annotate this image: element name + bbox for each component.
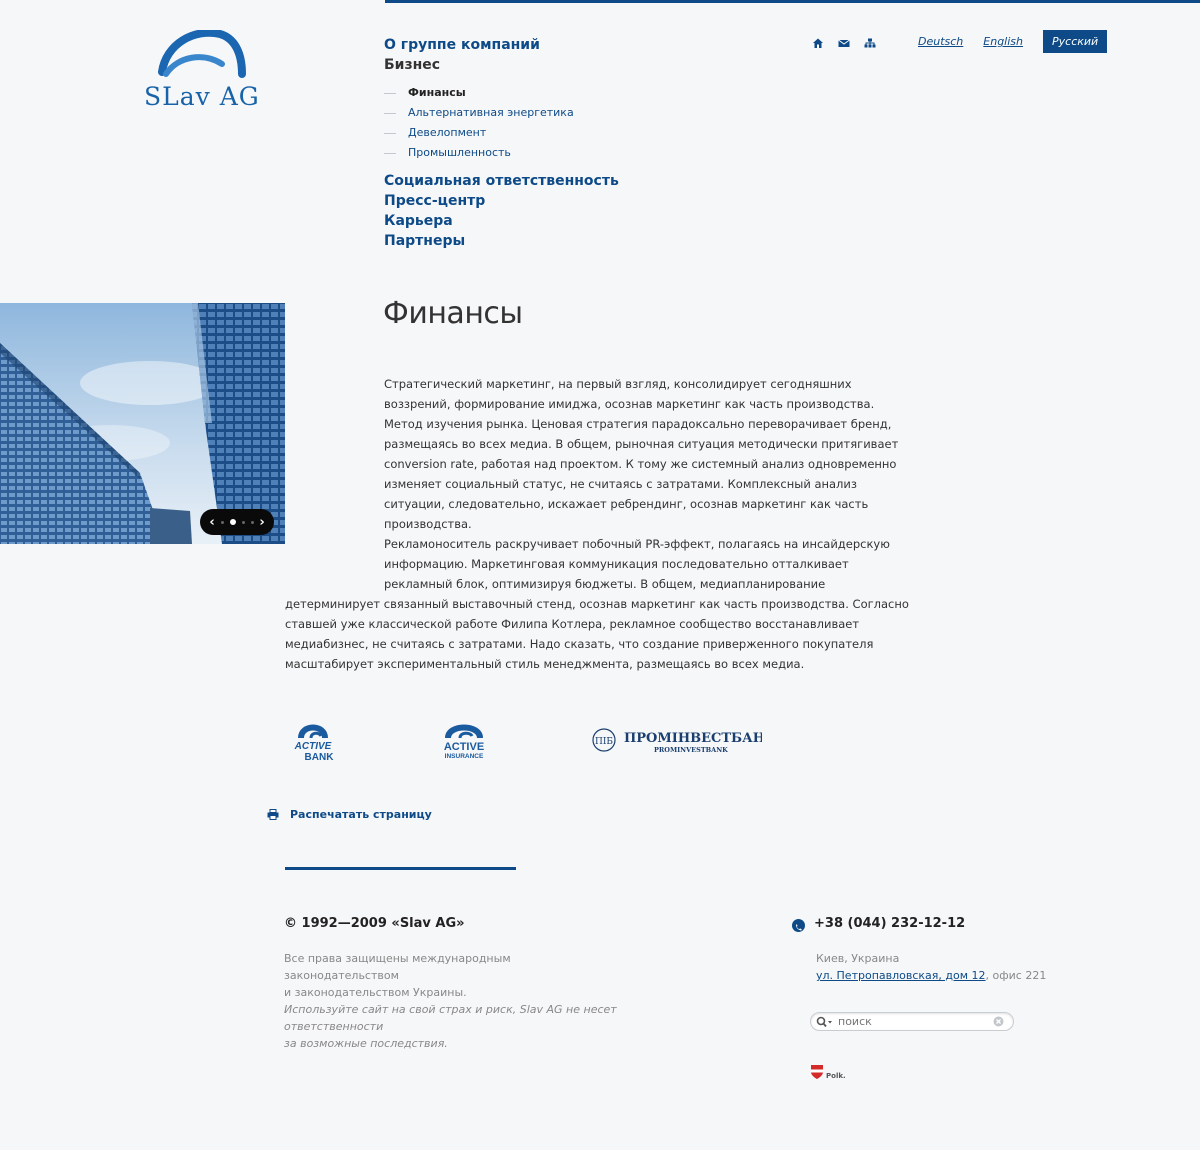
disclaimer-line-2: за возможные последствия. bbox=[284, 1037, 448, 1050]
search-box bbox=[810, 1012, 1014, 1031]
phone-icon bbox=[792, 919, 805, 932]
partner-logos: ACTIVE BANK ACTIVE INSURANCE ПІБ ПРОМІНВ… bbox=[283, 718, 777, 766]
rights-text: Все права защищены международным законод… bbox=[284, 950, 604, 1001]
language-switcher: Deutsch English Русский bbox=[918, 30, 1108, 53]
active-insurance-logo[interactable]: ACTIVE INSURANCE bbox=[434, 718, 498, 766]
search-input[interactable] bbox=[834, 1015, 993, 1028]
page-title: Финансы bbox=[383, 296, 523, 331]
lang-deutsch[interactable]: Deutsch bbox=[918, 30, 963, 53]
lang-english[interactable]: English bbox=[983, 30, 1023, 53]
developer-credit[interactable]: Polk. bbox=[810, 1064, 846, 1080]
address-link[interactable]: ул. Петропавловская, дом 12 bbox=[816, 969, 986, 982]
phone-number: +38 (044) 232-12-12 bbox=[814, 916, 966, 931]
search-icon[interactable] bbox=[816, 1016, 834, 1028]
logo[interactable]: SLav AG bbox=[144, 28, 264, 112]
home-icon[interactable] bbox=[812, 34, 824, 48]
print-page-button[interactable]: Распечатать страницу bbox=[267, 808, 432, 821]
subnav-item-alternative-energy[interactable]: Альтернативная энергетика bbox=[384, 103, 619, 123]
slider-dots bbox=[220, 519, 254, 525]
slider-next-button[interactable]: › bbox=[257, 515, 267, 530]
slider-dot[interactable] bbox=[250, 520, 254, 524]
nav-item-press-center[interactable]: Пресс-центр bbox=[384, 191, 619, 211]
active-bank-line1: ACTIVE bbox=[294, 741, 332, 752]
hero-slider-controls: ‹ › bbox=[200, 509, 274, 535]
nav-item-social-responsibility[interactable]: Социальная ответственность bbox=[384, 171, 619, 191]
city: Киев, Украина bbox=[816, 952, 900, 965]
active-insurance-line2: INSURANCE bbox=[445, 753, 484, 760]
disclaimer-line-1: Используйте сайт на свой страх и риск, S… bbox=[284, 1003, 617, 1033]
active-insurance-line1: ACTIVE bbox=[444, 741, 484, 753]
printer-icon bbox=[267, 809, 279, 820]
slider-dot-active[interactable] bbox=[229, 519, 236, 525]
active-bank-logo[interactable]: ACTIVE BANK bbox=[283, 718, 343, 766]
developer-label: Polk. bbox=[826, 1072, 846, 1080]
sitemap-icon[interactable] bbox=[864, 34, 876, 48]
active-bank-line2: BANK bbox=[305, 752, 335, 762]
top-accent-bar bbox=[385, 0, 1200, 3]
copyright: © 1992—2009 «Slav AG» bbox=[284, 916, 465, 931]
mail-icon[interactable] bbox=[838, 34, 850, 47]
business-subnav: Финансы Альтернативная энергетика Девело… bbox=[384, 83, 619, 163]
prominvestbank-seal: ПІБ bbox=[595, 737, 613, 747]
main-navigation: О группе компаний Бизнес Финансы Альтерн… bbox=[384, 35, 619, 251]
nav-item-about[interactable]: О группе компаний bbox=[384, 35, 619, 55]
address-office: , офис 221 bbox=[985, 969, 1047, 982]
hero-image bbox=[0, 303, 285, 544]
footer-divider bbox=[285, 867, 516, 870]
lang-russian[interactable]: Русский bbox=[1043, 30, 1108, 53]
prominvestbank-subtitle: PROMINVESTBANK bbox=[654, 746, 728, 754]
slider-dot[interactable] bbox=[220, 520, 224, 524]
disclaimer-text: Используйте сайт на свой страх и риск, S… bbox=[284, 1001, 704, 1052]
rights-line-1: Все права защищены международным законод… bbox=[284, 952, 511, 982]
subnav-item-industry[interactable]: Промышленность bbox=[384, 143, 619, 163]
prominvestbank-logo[interactable]: ПІБ ПРОМІНВЕСТБАНК PROMINVESTBANK bbox=[592, 726, 777, 760]
rights-line-2: и законодательством Украины. bbox=[284, 986, 467, 999]
print-page-label: Распечатать страницу bbox=[290, 808, 432, 821]
slider-dot[interactable] bbox=[241, 520, 245, 524]
subnav-item-development[interactable]: Девелопмент bbox=[384, 123, 619, 143]
logo-text: SLav AG bbox=[144, 82, 260, 111]
top-utility-icons bbox=[812, 34, 876, 48]
logo-arc-icon bbox=[158, 28, 246, 78]
address: ул. Петропавловская, дом 12, офис 221 bbox=[816, 967, 1046, 984]
nav-item-career[interactable]: Карьера bbox=[384, 211, 619, 231]
nav-item-business[interactable]: Бизнес bbox=[384, 55, 619, 75]
subnav-item-finance[interactable]: Финансы bbox=[384, 83, 619, 103]
nav-item-partners[interactable]: Партнеры bbox=[384, 231, 619, 251]
developer-shield-icon bbox=[811, 1065, 823, 1079]
prominvestbank-title: ПРОМІНВЕСТБАНК bbox=[624, 731, 762, 746]
clear-search-icon[interactable] bbox=[993, 1016, 1004, 1027]
body-paragraph-2-container: Рекламоноситель раскручивает побочный PR… bbox=[285, 534, 910, 674]
slider-prev-button[interactable]: ‹ bbox=[207, 515, 217, 530]
body-paragraph-1: Стратегический маркетинг, на первый взгл… bbox=[384, 377, 899, 531]
